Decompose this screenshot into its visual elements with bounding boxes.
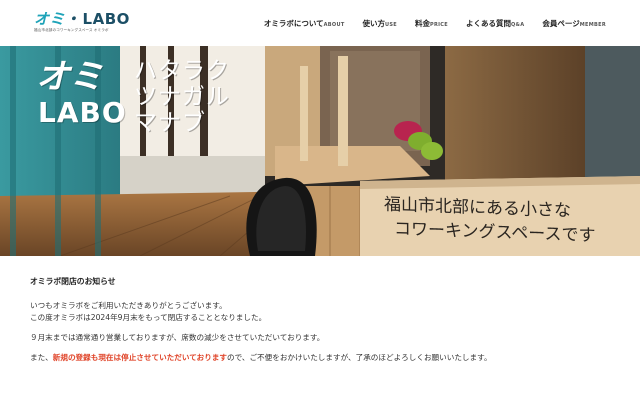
nav-label-jp: オミラボについて [263, 19, 324, 28]
hero-banner: オミ LABO ハタラク ツナガル マナブ 福山市北部にある小さな コワーキング… [0, 46, 640, 256]
notice-text: また、 [30, 353, 53, 362]
tagline-line: ハタラク [134, 58, 230, 84]
nav-label-jp: 料金 [415, 19, 431, 28]
closing-notice: オミラボ閉店のお知らせ いつもオミラボをご利用いただきありがとうございます。 こ… [30, 276, 610, 364]
tagline-line: ツナガル [134, 84, 230, 110]
notice-text: ので、ご不便をおかけいたしますが、了承のほどよろしくお願いいたします。 [226, 353, 492, 362]
logo-subtitle: 福山市北部のコワーキングスペース オミラボ [34, 28, 109, 32]
logo-jp: オミ [34, 10, 66, 28]
logo-en: LABO [82, 10, 130, 28]
nav-label-en: ABOUT [323, 22, 345, 28]
notice-highlight: 新規の登録も現在は停止させていただいております [52, 353, 227, 362]
hero-brand-en: LABO [38, 96, 127, 129]
hero-brand-jp: オミ [36, 57, 103, 97]
nav-label-jp: 会員ページ [542, 19, 580, 28]
hero-sign: 福山市北部にある小さな コワーキングスペースです [362, 177, 640, 256]
nav-item-use[interactable]: 使い方 USE [363, 18, 397, 29]
logo-dot: ・ [65, 10, 81, 28]
nav-label-en: MEMBER [579, 22, 606, 28]
site-header: オミ・ LABO 福山市北部のコワーキングスペース オミラボ オミラボについて AB… [0, 0, 640, 46]
nav-item-price[interactable]: 料金 PRICE [415, 18, 448, 29]
nav-item-member[interactable]: 会員ページ MEMBER [542, 18, 606, 29]
hero-tagline: ハタラク ツナガル マナブ [134, 58, 254, 136]
main-nav: オミラボについて ABOUT 使い方 USE 料金 PRICE よくある質問 Q&A 会… [246, 18, 606, 29]
nav-label-jp: よくある質問 [466, 19, 511, 28]
notice-paragraph: また、新規の登録も現在は停止させていただいておりますので、ご不便をおかけいたしま… [30, 352, 610, 364]
logo-wordmark: オミ・ LABO [34, 8, 130, 29]
nav-item-about[interactable]: オミラボについて ABOUT [264, 18, 345, 29]
notice-paragraph: ９月末までは通常通り営業しておりますが、席数の減少をさせていただいております。 [30, 333, 325, 342]
nav-label-en: USE [385, 22, 398, 28]
site-logo[interactable]: オミ・ LABO 福山市北部のコワーキングスペース オミラボ [34, 8, 129, 38]
notice-title: オミラボ閉店のお知らせ [30, 277, 116, 286]
nav-item-qa[interactable]: よくある質問 Q&A [466, 18, 524, 29]
notice-paragraph: いつもオミラボをご利用いただきありがとうございます。 [30, 301, 227, 310]
nav-label-jp: 使い方 [362, 19, 386, 28]
notice-paragraph: この度オミラボは2024年9月末をもって閉店することとなりました。 [30, 313, 267, 322]
nav-label-en: PRICE [430, 22, 448, 28]
tagline-line: マナブ [134, 110, 206, 136]
nav-label-en: Q&A [511, 22, 525, 28]
